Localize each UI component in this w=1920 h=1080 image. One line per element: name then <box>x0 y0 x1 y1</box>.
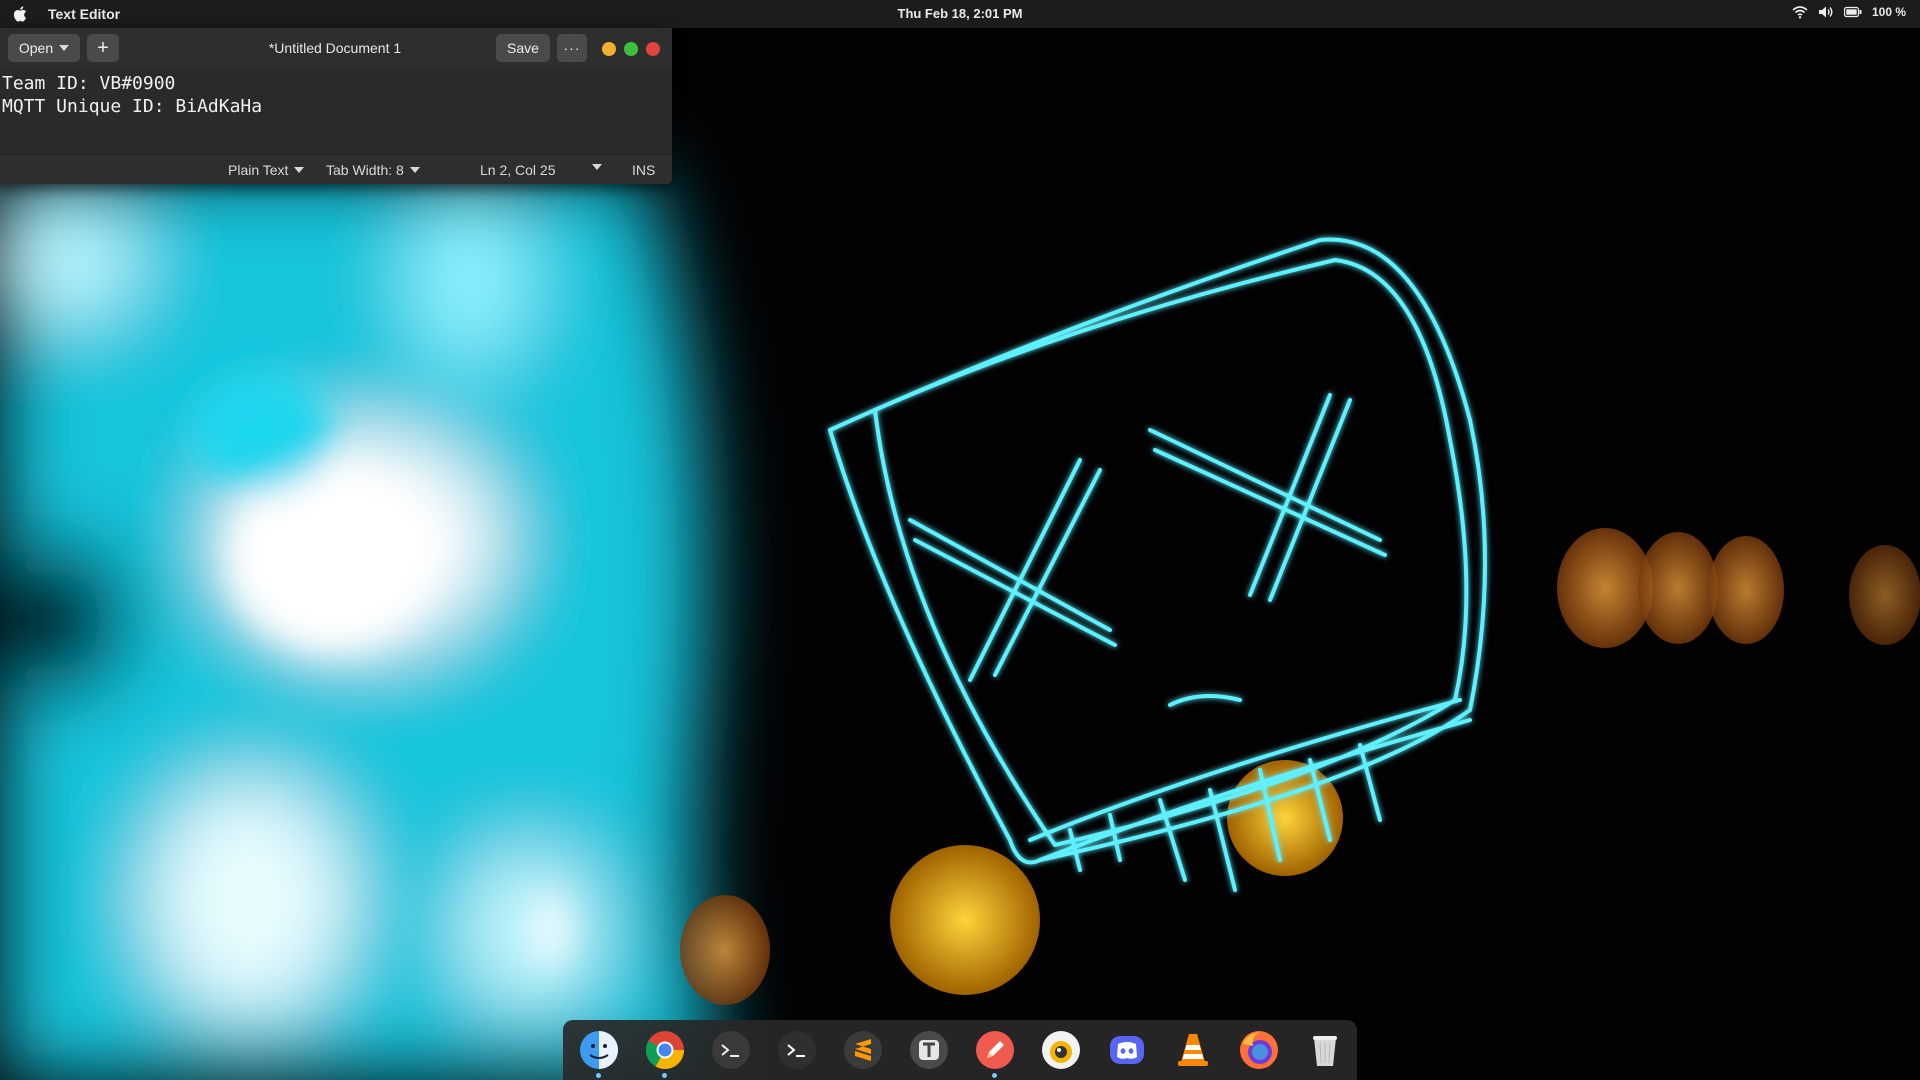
open-button-label: Open <box>18 40 54 56</box>
trash-icon <box>1313 1036 1337 1066</box>
text-line-2: MQTT Unique ID: BiAdKaHa <box>2 96 263 117</box>
finder-icon <box>580 1031 618 1069</box>
running-indicator <box>596 1073 601 1078</box>
cheese-icon <box>1042 1031 1080 1069</box>
dock-item-cheese[interactable] <box>1039 1028 1083 1072</box>
ellipsis-icon: ··· <box>563 40 581 56</box>
tab-width-label: Tab Width: 8 <box>326 162 404 178</box>
save-button[interactable]: Save <box>496 34 550 62</box>
chevron-down-icon <box>59 45 70 51</box>
running-indicator <box>662 1073 667 1078</box>
cursor-position-selector[interactable]: Ln 2, Col 25 <box>480 162 556 178</box>
dock-item-vlc[interactable] <box>1171 1028 1215 1072</box>
dock <box>563 1020 1357 1080</box>
battery-icon[interactable] <box>1843 6 1862 18</box>
chevron-down-icon <box>409 167 420 173</box>
dock-item-typora[interactable] <box>907 1028 951 1072</box>
apple-logo-icon[interactable] <box>12 5 30 23</box>
language-label: Plain Text <box>228 162 289 178</box>
chevron-down-icon <box>592 164 602 170</box>
battery-percentage: 100 % <box>1871 5 1906 19</box>
chrome-icon <box>645 1031 685 1070</box>
dock-item-text-editor[interactable] <box>973 1028 1017 1078</box>
volume-icon[interactable] <box>1818 5 1834 19</box>
dock-item-discord[interactable] <box>1105 1028 1149 1072</box>
tab-width-selector[interactable]: Tab Width: 8 <box>326 162 420 178</box>
dock-item-finder[interactable] <box>577 1028 621 1078</box>
editor-text-area[interactable]: Team ID: VB#0900 MQTT Unique ID: BiAdKaHa <box>0 68 672 154</box>
new-tab-button[interactable]: + <box>87 34 119 62</box>
firefox-icon <box>1240 1031 1278 1069</box>
dock-item-firefox[interactable] <box>1237 1028 1281 1072</box>
clock[interactable]: Thu Feb 18, 2:01 PM <box>898 6 1023 21</box>
running-indicator <box>992 1073 997 1078</box>
insert-mode-indicator[interactable]: INS <box>632 162 655 178</box>
typora-icon <box>910 1031 948 1069</box>
text-line-1: Team ID: VB#0900 <box>2 73 176 94</box>
text-editor-icon <box>976 1031 1014 1069</box>
language-selector[interactable]: Plain Text <box>228 162 305 178</box>
active-app-name[interactable]: Text Editor <box>48 6 120 22</box>
dock-item-trash[interactable] <box>1303 1028 1347 1072</box>
insert-mode-label: INS <box>632 162 656 178</box>
cursor-position-dropdown[interactable] <box>592 164 602 170</box>
dock-item-terminal[interactable] <box>709 1028 753 1072</box>
top-bar: Text Editor Thu Feb 18, 2:01 PM 100 % <box>0 0 1920 28</box>
discord-icon <box>1110 1036 1144 1064</box>
more-menu-button[interactable]: ··· <box>557 34 587 62</box>
dock-item-sublime-text[interactable] <box>841 1028 885 1072</box>
chevron-down-icon <box>294 167 305 173</box>
close-window-button[interactable] <box>646 42 660 56</box>
text-editor-window[interactable]: Open + *Untitled Document 1 Save ··· Tea… <box>0 28 672 184</box>
minimize-window-button[interactable] <box>602 42 616 56</box>
dock-item-chrome[interactable] <box>643 1028 687 1078</box>
sublime-text-icon <box>844 1031 882 1069</box>
maximize-window-button[interactable] <box>624 42 638 56</box>
cursor-position-label: Ln 2, Col 25 <box>480 162 556 178</box>
wifi-icon[interactable] <box>1792 5 1808 19</box>
clock-container: Thu Feb 18, 2:01 PM <box>0 6 1920 21</box>
vlc-icon <box>1178 1034 1208 1066</box>
editor-header-bar[interactable]: Open + *Untitled Document 1 Save ··· <box>0 28 672 69</box>
system-tray[interactable]: 100 % <box>1792 5 1906 19</box>
dock-item-terminal-alt[interactable] <box>775 1028 819 1072</box>
terminal-alt-icon <box>778 1031 816 1069</box>
terminal-icon <box>712 1031 750 1069</box>
editor-status-bar: Plain Text Tab Width: 8 Ln 2, Col 25 INS <box>0 154 672 184</box>
document-title: *Untitled Document 1 <box>268 40 402 56</box>
open-button[interactable]: Open <box>8 34 80 62</box>
plus-icon: + <box>97 36 109 59</box>
